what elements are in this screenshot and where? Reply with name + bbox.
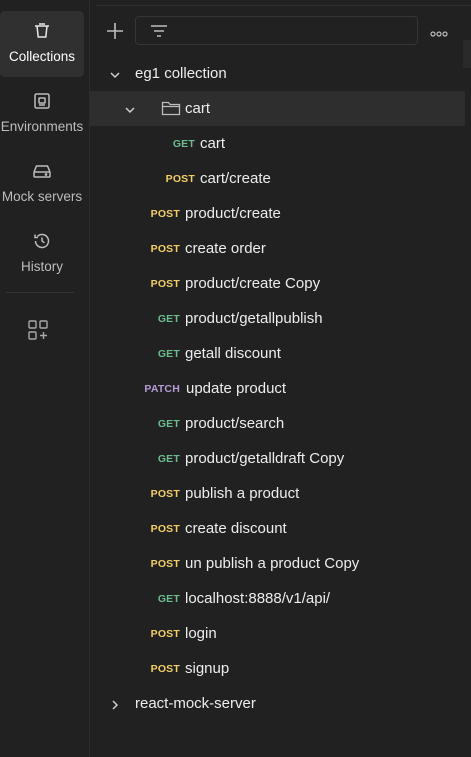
request-item[interactable]: GET cart [90,126,465,161]
request-item[interactable]: GET product/getallpublish [90,301,465,336]
sidebar-item-collections[interactable]: Collections [0,11,84,77]
top-border [96,0,471,6]
method-badge: GET [157,313,180,325]
method-badge: GET [172,138,195,150]
plus-icon[interactable] [104,20,126,42]
collection-name: react-mock-server [135,695,256,712]
history-icon [30,229,54,253]
sidebar-item-environments[interactable]: Environments [0,81,84,147]
add-workbench-icon[interactable] [27,319,51,343]
filter-input[interactable] [135,16,418,45]
sidebar-item-label: Environments [0,119,84,134]
request-name: product/search [185,415,285,432]
request-item[interactable]: POST signup [90,651,465,686]
request-item[interactable]: GET product/getalldraft Copy [90,441,465,476]
request-name: cart/create [200,170,271,187]
request-item[interactable]: POST product/create [90,196,465,231]
request-name: product/getalldraft Copy [185,450,345,467]
request-name: create order [185,240,266,257]
request-item[interactable]: PATCH update product [90,371,465,406]
method-badge: PATCH [144,383,180,395]
request-item[interactable]: GET product/search [90,406,465,441]
rail-divider [6,292,74,293]
request-name: cart [200,135,226,152]
request-name: product/create [185,205,281,222]
request-item[interactable]: POST product/create Copy [90,266,465,301]
sidebar-item-label: Mock servers [1,189,83,204]
request-name: getall discount [185,345,281,362]
method-badge: POST [150,278,180,290]
request-item[interactable]: GET getall discount [90,336,465,371]
method-badge: POST [150,243,180,255]
request-name: create discount [185,520,287,537]
request-item[interactable]: POST create order [90,231,465,266]
request-item[interactable]: POST cart/create [90,161,465,196]
server-icon [30,159,54,183]
method-badge: GET [157,418,180,430]
trash-bin-icon [30,19,54,43]
method-badge: POST [150,488,180,500]
chevron-down-icon[interactable] [109,68,121,80]
request-name: localhost:8888/v1/api/ [185,590,331,607]
request-item[interactable]: GET localhost:8888/v1/api/ [90,581,465,616]
sidebar-item-label: Collections [8,49,76,64]
chevron-down-icon[interactable] [124,103,136,115]
method-badge: POST [150,208,180,220]
method-badge: POST [150,628,180,640]
request-item[interactable]: POST create discount [90,511,465,546]
chevron-right-icon[interactable] [109,698,121,710]
request-item[interactable]: POST publish a product [90,476,465,511]
filter-icon [150,23,168,39]
more-horizontal-icon[interactable] [430,25,448,37]
collection-name: eg1 collection [135,65,227,82]
collection-item-react-mock-server[interactable]: react-mock-server [90,686,465,721]
method-badge: POST [150,558,180,570]
sidebar-item-history[interactable]: History [0,221,84,287]
sidebar-item-mock-servers[interactable]: Mock servers [0,151,84,217]
request-name: product/getallpublish [185,310,323,327]
request-name: signup [185,660,230,677]
request-name: update product [186,380,287,397]
method-badge: GET [157,348,180,360]
sidebar-item-label: History [20,259,63,274]
request-name: un publish a product Copy [185,555,360,572]
method-badge: POST [165,173,195,185]
request-name: login [185,625,217,642]
folder-icon [161,99,181,117]
folder-item-cart[interactable]: cart [90,91,465,126]
request-name: publish a product [185,485,300,502]
left-rail: Collections Environments Mock servers Hi… [0,0,89,757]
folder-name: cart [185,100,211,117]
request-name: product/create Copy [185,275,321,292]
environment-icon [30,89,54,113]
method-badge: POST [150,523,180,535]
request-item[interactable]: POST login [90,616,465,651]
request-item[interactable]: POST un publish a product Copy [90,546,465,581]
method-badge: GET [157,453,180,465]
collection-item-eg1[interactable]: eg1 collection [90,56,465,91]
method-badge: GET [157,593,180,605]
method-badge: POST [150,663,180,675]
